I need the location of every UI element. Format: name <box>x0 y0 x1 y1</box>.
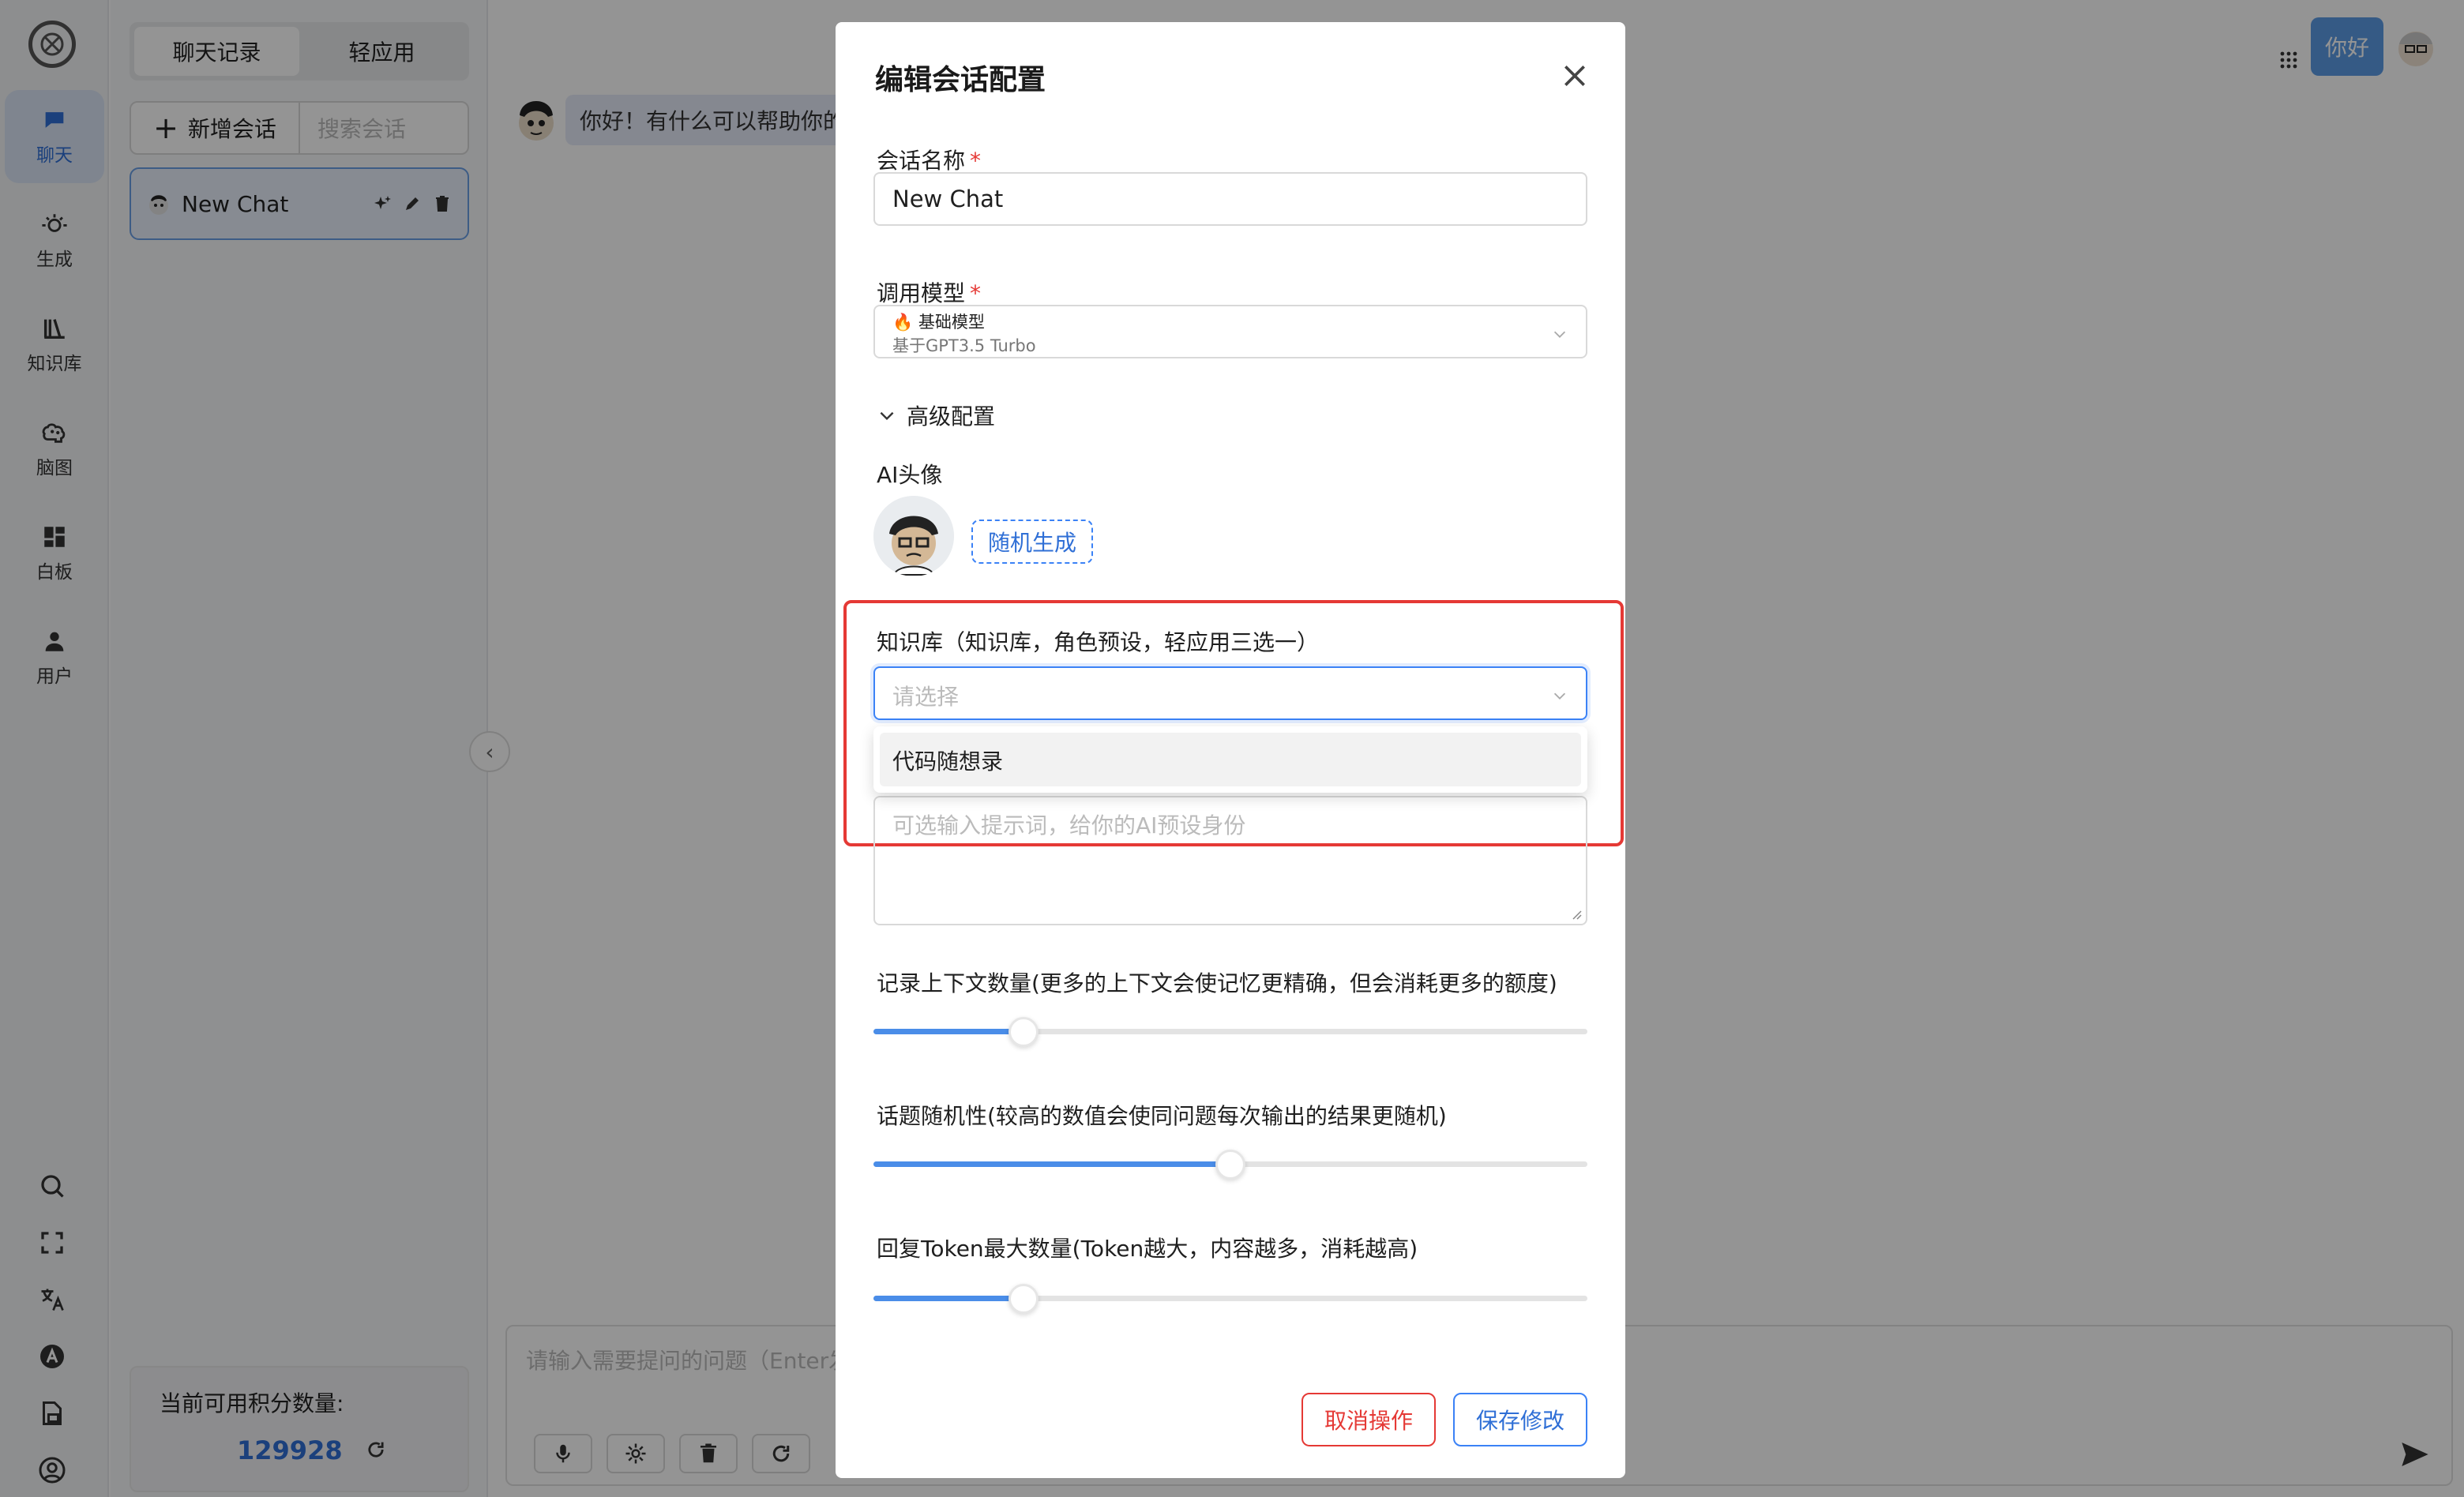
save-button[interactable]: 保存修改 <box>1453 1393 1587 1446</box>
close-icon[interactable] <box>1559 60 1591 92</box>
session-name-label-text: 会话名称 <box>877 148 966 174</box>
max-tokens-slider[interactable] <box>873 1282 1587 1314</box>
dropdown-option[interactable]: 代码随想录 <box>880 733 1581 786</box>
system-prompt-textarea[interactable]: 可选输入提示词，给你的AI预设身份 <box>873 796 1587 925</box>
chevron-down-icon <box>1553 331 1566 338</box>
chevron-down-icon <box>880 411 894 421</box>
modal-title: 编辑会话配置 <box>875 64 1046 96</box>
session-name-value: New Chat <box>892 186 1004 212</box>
random-avatar-button[interactable]: 随机生成 <box>971 520 1093 564</box>
slider-handle[interactable] <box>1008 1284 1039 1314</box>
slider-handle[interactable] <box>1215 1150 1245 1180</box>
randomness-slider[interactable] <box>873 1148 1587 1180</box>
model-description: 基于GPT3.5 Turbo <box>892 336 1036 355</box>
advanced-config-label: 高级配置 <box>907 403 996 430</box>
chevron-down-icon <box>1553 692 1566 700</box>
knowledge-base-placeholder: 请选择 <box>892 684 960 710</box>
advanced-config-toggle[interactable]: 高级配置 <box>877 400 995 431</box>
knowledge-base-select[interactable]: 请选择 <box>873 666 1587 720</box>
knowledge-base-label: 知识库（知识库，角色预设，轻应用三选一） <box>877 629 1320 655</box>
cancel-button[interactable]: 取消操作 <box>1301 1393 1436 1446</box>
model-name: 🔥 基础模型 <box>892 313 985 332</box>
context-count-slider[interactable] <box>873 1015 1587 1047</box>
prompt-placeholder: 可选输入提示词，给你的AI预设身份 <box>892 812 1246 839</box>
randomness-label: 话题随机性(较高的数值会使同问题每次输出的结果更随机) <box>877 1103 1447 1129</box>
ai-avatar-label: AI头像 <box>877 462 943 488</box>
resize-grip-icon[interactable] <box>1570 908 1583 921</box>
model-label-text: 调用模型 <box>877 280 966 306</box>
ai-avatar <box>873 496 954 576</box>
context-count-label: 记录上下文数量(更多的上下文会使记忆更精确，但会消耗更多的额度) <box>877 970 1557 996</box>
model-select[interactable]: 🔥 基础模型 基于GPT3.5 Turbo <box>873 305 1587 358</box>
slider-handle[interactable] <box>1008 1017 1039 1047</box>
session-name-input[interactable]: New Chat <box>873 172 1587 226</box>
max-tokens-label: 回复Token最大数量(Token越大，内容越多，消耗越高) <box>877 1236 1418 1262</box>
edit-session-modal: 编辑会话配置 会话名称 * New Chat 调用模型 * 🔥 基础模型 基于GPT… <box>836 22 1625 1478</box>
session-name-label: 会话名称 * <box>877 148 982 174</box>
model-label: 调用模型 * <box>877 280 982 306</box>
knowledge-base-dropdown: 代码随想录 <box>873 726 1587 793</box>
